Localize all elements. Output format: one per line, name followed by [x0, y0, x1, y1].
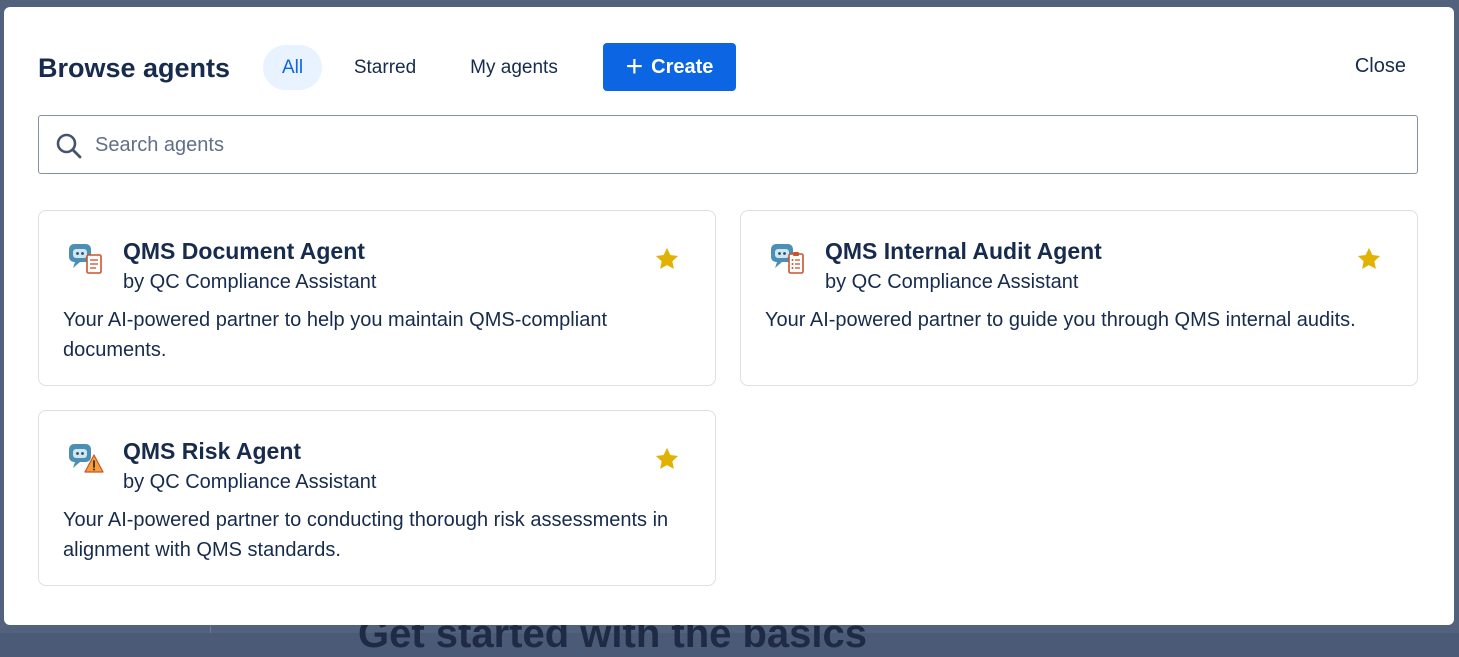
tab-starred[interactable]: Starred [338, 45, 432, 90]
tab-all[interactable]: All [263, 45, 322, 90]
robot-checklist-icon [771, 244, 804, 274]
agent-name: QMS Risk Agent [123, 438, 302, 464]
agent-description: Your AI-powered partner to guide you thr… [765, 309, 1356, 331]
search-box[interactable] [38, 115, 1418, 174]
background-divider [210, 625, 211, 633]
tab-my-agents[interactable]: My agents [452, 45, 576, 90]
browse-agents-modal: Browse agents All Starred My agents + Cr… [4, 7, 1454, 625]
agent-name: QMS Internal Audit Agent [825, 238, 1102, 264]
modal-title: Browse agents [38, 53, 231, 83]
modal-header: Browse agents All Starred My agents + Cr… [38, 43, 1420, 91]
agent-card-qms-risk[interactable]: QMS Risk Agent by QC Compliance Assistan… [38, 410, 716, 586]
search-input[interactable] [95, 126, 1395, 164]
agent-name: QMS Document Agent [123, 238, 365, 264]
agent-author: by QC Compliance Assistant [825, 271, 1079, 293]
agent-author: by QC Compliance Assistant [123, 271, 377, 293]
agent-card-qms-document[interactable]: QMS Document Agent by QC Compliance Assi… [38, 210, 716, 386]
agent-card-qms-internal-audit[interactable]: QMS Internal Audit Agent by QC Complianc… [740, 210, 1418, 386]
star-icon[interactable] [653, 245, 681, 273]
create-button-label: Create [651, 55, 714, 78]
close-button[interactable]: Close [1355, 55, 1406, 78]
agent-author: by QC Compliance Assistant [123, 471, 377, 493]
create-button[interactable]: + Create [603, 43, 736, 91]
plus-icon: + [625, 50, 644, 83]
search-icon [56, 133, 82, 159]
agent-description: Your AI-powered partner to help you main… [63, 309, 607, 361]
star-icon[interactable] [1355, 245, 1383, 273]
agent-description: Your AI-powered partner to conducting th… [63, 509, 669, 561]
robot-warning-icon [69, 444, 104, 473]
star-icon[interactable] [653, 445, 681, 473]
robot-document-icon [69, 244, 102, 274]
